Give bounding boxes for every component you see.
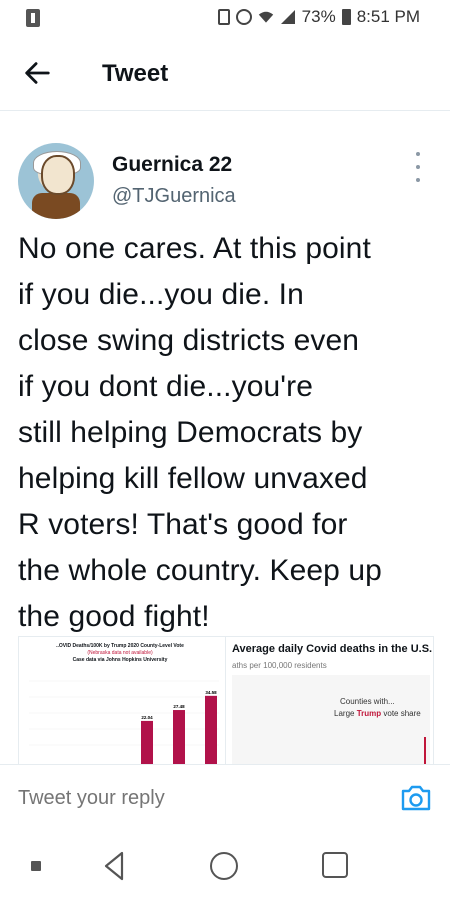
chart-title: ..OVID Deaths/100K by Trump 2020 County-… <box>56 643 184 649</box>
chart-bar <box>205 695 217 765</box>
nav-home-icon[interactable] <box>210 852 238 880</box>
avatar[interactable] <box>18 143 94 219</box>
chart2-legend-item: Large Trump vote share <box>334 709 421 718</box>
status-icons: 73% 8:51 PM <box>217 7 420 27</box>
page-title: Tweet <box>102 60 169 87</box>
app-notification-icon <box>26 9 40 27</box>
camera-icon[interactable] <box>400 785 432 811</box>
chart2-plot-area <box>232 675 430 765</box>
chart2-subtitle: aths per 100,000 residents <box>232 661 327 670</box>
battery-icon <box>341 9 351 25</box>
wifi-icon <box>258 11 273 23</box>
media-image-bar-chart[interactable]: ..OVID Deaths/100K by Trump 2020 County-… <box>19 637 221 765</box>
alarm-icon <box>235 9 252 25</box>
battery-percent: 73% <box>301 7 336 26</box>
clock: 8:51 PM <box>356 7 420 26</box>
bar-data-label: 27.48 <box>173 704 185 709</box>
status-bar: 73% 8:51 PM <box>0 0 450 36</box>
nav-overview-icon[interactable] <box>322 852 348 878</box>
chart-bar <box>173 710 185 765</box>
tweet-text: No one cares. At this point if you die..… <box>18 232 382 633</box>
author-name[interactable]: Guernica 22 <box>112 153 232 177</box>
bar-data-label: 34.58 <box>205 690 217 695</box>
system-nav-bar <box>0 830 450 900</box>
bar-chart: 22.04 27.48 34.58 <box>29 680 219 765</box>
media-image-line-chart[interactable]: Average daily Covid deaths in the U.S. a… <box>225 637 433 765</box>
nav-recent-icon[interactable] <box>31 861 41 871</box>
author-handle[interactable]: @TJGuernica <box>112 185 236 208</box>
nav-back-icon[interactable] <box>100 850 128 882</box>
chart-subtitle: (Nebraska data not available) <box>87 650 153 656</box>
reply-bar <box>0 764 450 831</box>
chart2-series-line <box>424 737 426 765</box>
bar-data-label: 22.04 <box>141 715 153 720</box>
top-app-bar: Tweet <box>0 40 450 111</box>
chart2-title: Average daily Covid deaths in the U.S. <box>232 643 433 655</box>
chart-bar <box>141 720 153 765</box>
chart-source: Case data via Johns Hopkins University <box>72 657 168 663</box>
signal-icon <box>280 10 295 24</box>
vibrate-icon <box>217 9 230 25</box>
chart2-legend-heading: Counties with... <box>340 697 395 706</box>
arrow-left-icon[interactable] <box>22 58 58 90</box>
tweet-media[interactable]: ..OVID Deaths/100K by Trump 2020 County-… <box>18 636 434 765</box>
more-vertical-icon[interactable] <box>412 152 424 182</box>
reply-input[interactable] <box>18 787 358 810</box>
